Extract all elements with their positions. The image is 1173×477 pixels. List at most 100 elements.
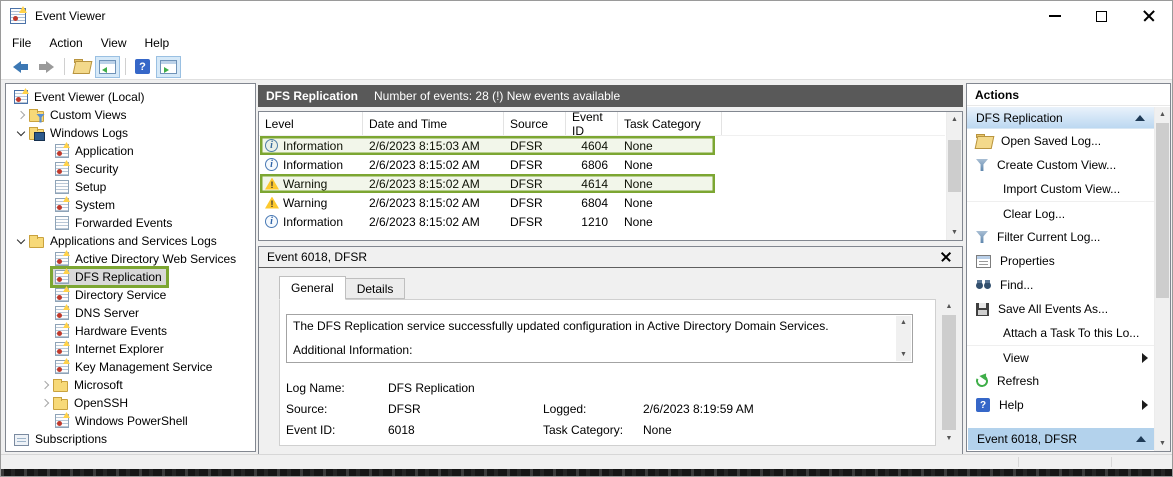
actions-section-header[interactable]: DFS Replication [967,107,1154,129]
message-scrollbar[interactable] [896,316,911,361]
tree-item-hit[interactable]: Active Directory Web Services [53,251,240,267]
show-action-pane-button[interactable] [156,56,181,78]
tree-item[interactable]: Custom Views [6,106,255,124]
event-row[interactable]: Information 2/6/2023 8:15:02 AM DFSR 680… [259,155,945,174]
tree-item[interactable]: Microsoft [6,376,255,394]
tree-item-hit[interactable]: System [53,197,119,213]
action-item[interactable]: Save All Events As... [967,297,1154,321]
tree-item-hit[interactable]: Directory Service [53,287,170,303]
show-console-tree-button[interactable] [95,56,120,78]
menu-item[interactable]: File [3,33,40,53]
tree-item[interactable]: Windows PowerShell [6,412,255,430]
tree-item-hit[interactable]: Security [53,161,122,177]
maximize-button[interactable] [1078,1,1125,31]
action-item[interactable]: Filter Current Log... [967,225,1154,249]
tree-item-hit[interactable]: DFS Replication [53,269,166,285]
scroll-down-button[interactable] [1155,436,1170,451]
tree-item-hit[interactable]: Microsoft [51,377,127,393]
tree-item-hit[interactable]: Forwarded Events [53,215,176,231]
tree-item[interactable]: Security [6,160,255,178]
detail-close-button[interactable] [938,249,954,265]
tree-item[interactable]: Internet Explorer [6,340,255,358]
detail-tab[interactable]: General [279,276,346,300]
action-item[interactable]: Open Saved Log... [967,129,1154,153]
scroll-down-button[interactable] [896,348,911,361]
help-button[interactable] [130,56,155,78]
menu-item[interactable]: Help [136,33,179,53]
tree-chevron-icon[interactable] [15,109,27,121]
tree-item-hit[interactable]: Application [53,143,138,159]
tree-item[interactable]: Windows Logs [6,124,255,142]
action-item[interactable]: View [967,345,1154,369]
tree-item[interactable]: Directory Service [6,286,255,304]
column-header[interactable]: Event ID [566,112,618,135]
collapse-icon[interactable] [1135,115,1145,121]
scrollbar-thumb[interactable] [1156,123,1169,298]
forward-button[interactable] [34,56,59,78]
tree-item[interactable]: Application [6,142,255,160]
collapse-icon[interactable] [1136,436,1146,442]
action-item[interactable]: Import Custom View... [967,177,1154,201]
tree-item[interactable]: Subscriptions [6,430,255,448]
action-item[interactable]: Help [967,393,1154,417]
tree-chevron-icon[interactable] [15,235,27,247]
tree-item[interactable]: Applications and Services Logs [6,232,255,250]
column-header[interactable]: Source [504,112,566,135]
tree-item[interactable]: System [6,196,255,214]
column-header[interactable]: Task Category [618,112,722,135]
tree-item[interactable]: Active Directory Web Services [6,250,255,268]
tree-chevron-icon[interactable] [39,397,51,409]
column-header[interactable]: Level [259,112,363,135]
tree-item[interactable]: DNS Server [6,304,255,322]
tree-item[interactable]: Forwarded Events [6,214,255,232]
detail-tab[interactable]: Details [345,278,406,299]
action-item[interactable]: Properties [967,249,1154,273]
tree-item[interactable]: Key Management Service [6,358,255,376]
menu-item[interactable]: View [92,33,136,53]
action-item[interactable]: Attach a Task To this Lo... [967,321,1154,345]
tree-item-hit[interactable]: DNS Server [53,305,143,321]
tree-item-hit[interactable]: Applications and Services Logs [27,233,221,249]
event-row[interactable]: Warning 2/6/2023 8:15:02 AM DFSR 4614 No… [259,174,945,193]
tree-chevron-icon[interactable] [15,127,27,139]
actions-scrollbar[interactable] [1154,107,1170,451]
event-row[interactable]: Information 2/6/2023 8:15:03 AM DFSR 460… [259,136,945,155]
open-saved-log-button[interactable] [69,56,94,78]
scrollbar-thumb[interactable] [942,315,956,430]
action-item[interactable]: Find... [967,273,1154,297]
tree-item[interactable]: Hardware Events [6,322,255,340]
minimize-button[interactable] [1031,1,1078,31]
tree-item-hit[interactable]: OpenSSH [51,395,132,411]
event-list-scrollbar[interactable] [946,112,962,240]
action-item[interactable]: Create Custom View... [967,153,1154,177]
action-item[interactable]: Clear Log... [967,201,1154,225]
tree-item[interactable]: DFS Replication [6,268,255,286]
scroll-up-button[interactable] [941,299,957,314]
tree-chevron-icon[interactable] [39,379,51,391]
tree-item-hit[interactable]: Key Management Service [53,359,216,375]
event-row[interactable]: Warning 2/6/2023 8:15:02 AM DFSR 6804 No… [259,193,945,212]
scroll-up-button[interactable] [947,112,962,127]
tree-item-hit[interactable]: Subscriptions [12,431,111,447]
tree-item-hit[interactable]: Windows PowerShell [53,413,192,429]
tree-item-hit[interactable]: Hardware Events [53,323,171,339]
scrollbar-thumb[interactable] [948,140,961,192]
tree-item[interactable]: OpenSSH [6,394,255,412]
event-row[interactable]: Information 2/6/2023 8:15:02 AM DFSR 121… [259,212,945,231]
tree-item-hit[interactable]: Custom Views [27,107,130,123]
tree-item-hit[interactable]: Event Viewer (Local) [12,89,149,105]
column-header[interactable]: Date and Time [363,112,504,135]
tree-item-hit[interactable]: Setup [53,179,110,195]
tree-item-hit[interactable]: Windows Logs [27,125,132,141]
close-button[interactable] [1125,1,1172,31]
menu-item[interactable]: Action [40,33,91,53]
action-item[interactable]: Refresh [967,369,1154,393]
scroll-up-button[interactable] [1155,107,1170,122]
detail-scrollbar[interactable] [941,299,957,446]
scroll-down-button[interactable] [941,431,957,446]
tree-item-hit[interactable]: Internet Explorer [53,341,168,357]
tree-item[interactable]: Setup [6,178,255,196]
back-button[interactable] [8,56,33,78]
event-section-header[interactable]: Event 6018, DFSR [968,428,1155,450]
scroll-down-button[interactable] [947,225,962,240]
